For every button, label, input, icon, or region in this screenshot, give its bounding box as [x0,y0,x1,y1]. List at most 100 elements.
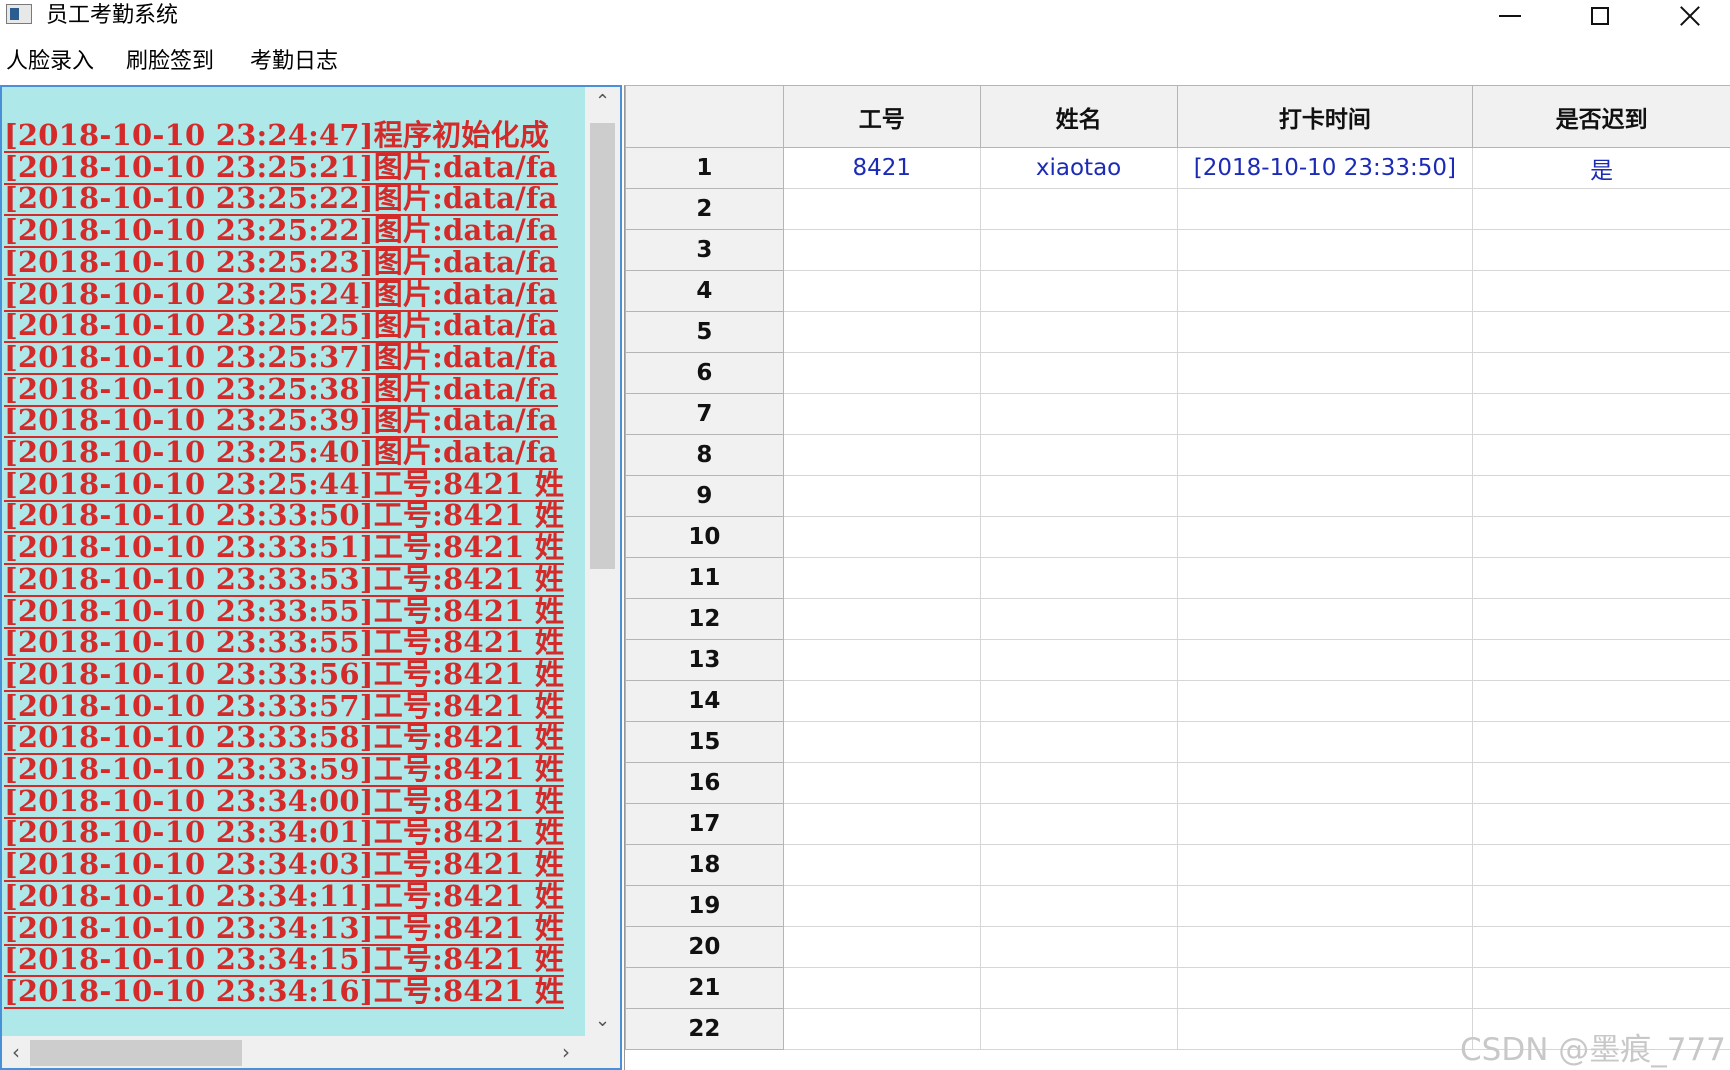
table-cell-name[interactable] [979,434,1178,476]
table-cell-late[interactable] [1472,311,1730,353]
table-cell-late[interactable] [1472,516,1730,558]
table-cell-name[interactable] [979,1008,1178,1050]
table-cell-time[interactable] [1176,1008,1474,1050]
row-header[interactable]: 15 [625,721,784,763]
column-header-name[interactable]: 姓名 [979,85,1178,148]
column-header-time[interactable]: 打卡时间 [1176,85,1474,148]
table-cell-name[interactable] [979,352,1178,394]
row-header[interactable]: 1 [625,147,784,189]
table-cell-late[interactable] [1472,188,1730,230]
table-cell-name[interactable] [979,270,1178,312]
table-cell-late[interactable] [1472,926,1730,968]
row-header[interactable]: 16 [625,762,784,804]
scroll-right-icon[interactable]: › [552,1036,580,1068]
scroll-up-icon[interactable]: ⌃ [585,87,620,117]
table-cell-time[interactable] [1176,885,1474,927]
table-cell-id[interactable] [782,721,981,763]
table-cell-time[interactable]: [2018-10-10 23:33:50] [1176,147,1474,189]
table-cell-name[interactable] [979,967,1178,1009]
table-cell-id[interactable] [782,885,981,927]
table-cell-id[interactable] [782,393,981,435]
table-cell-time[interactable] [1176,475,1474,517]
table-cell-late[interactable] [1472,885,1730,927]
table-cell-late[interactable] [1472,598,1730,640]
table-cell-id[interactable] [782,229,981,271]
table-cell-id[interactable] [782,1008,981,1050]
table-cell-id[interactable] [782,598,981,640]
table-cell-time[interactable] [1176,680,1474,722]
table-cell-late[interactable] [1472,475,1730,517]
table-cell-id[interactable] [782,434,981,476]
row-header[interactable]: 17 [625,803,784,845]
log-vertical-scrollbar[interactable]: ⌃ ⌄ [585,87,620,1036]
row-header[interactable]: 5 [625,311,784,353]
menu-attendance-log[interactable]: 考勤日志 [248,48,340,76]
table-cell-id[interactable] [782,516,981,558]
table-cell-time[interactable] [1176,844,1474,886]
table-cell-name[interactable]: xiaotao [979,147,1178,189]
table-cell-id[interactable] [782,967,981,1009]
table-cell-late[interactable] [1472,639,1730,681]
row-header[interactable]: 9 [625,475,784,517]
row-header[interactable]: 21 [625,967,784,1009]
table-cell-id[interactable] [782,475,981,517]
scroll-thumb[interactable] [590,123,615,569]
row-header[interactable]: 4 [625,270,784,312]
table-cell-time[interactable] [1176,434,1474,476]
row-header[interactable]: 12 [625,598,784,640]
table-cell-name[interactable] [979,188,1178,230]
table-cell-time[interactable] [1176,516,1474,558]
scroll-left-icon[interactable]: ‹ [2,1036,30,1068]
menu-face-enroll[interactable]: 人脸录入 [4,48,96,76]
table-cell-id[interactable] [782,844,981,886]
table-cell-time[interactable] [1176,721,1474,763]
table-cell-name[interactable] [979,393,1178,435]
maximize-button[interactable] [1560,0,1640,31]
row-header[interactable]: 22 [625,1008,784,1050]
table-cell-time[interactable] [1176,762,1474,804]
table-cell-late[interactable] [1472,721,1730,763]
table-cell-name[interactable] [979,516,1178,558]
table-cell-name[interactable] [979,762,1178,804]
table-cell-name[interactable] [979,639,1178,681]
table-cell-id[interactable] [782,311,981,353]
table-cell-time[interactable] [1176,393,1474,435]
table-cell-name[interactable] [979,557,1178,599]
log-horizontal-scrollbar[interactable]: ‹ › [2,1036,620,1068]
table-cell-name[interactable] [979,680,1178,722]
table-cell-time[interactable] [1176,270,1474,312]
table-cell-late[interactable] [1472,844,1730,886]
table-cell-name[interactable] [979,598,1178,640]
column-header-late[interactable]: 是否迟到 [1472,85,1730,148]
table-cell-name[interactable] [979,803,1178,845]
table-cell-late[interactable] [1472,270,1730,312]
table-cell-time[interactable] [1176,639,1474,681]
table-cell-late[interactable] [1472,803,1730,845]
table-cell-late[interactable] [1472,557,1730,599]
log-text-area[interactable]: [2018-10-10 23:24:47]程序初始化成 [2018-10-10 2… [2,87,585,1036]
table-cell-late[interactable]: 是 [1472,147,1730,189]
minimize-button[interactable] [1470,0,1550,31]
table-cell-id[interactable] [782,639,981,681]
table-cell-late[interactable] [1472,229,1730,271]
column-header-id[interactable]: 工号 [782,85,981,148]
table-cell-name[interactable] [979,926,1178,968]
table-cell-time[interactable] [1176,803,1474,845]
table-cell-id[interactable] [782,188,981,230]
table-cell-name[interactable] [979,885,1178,927]
table-cell-id[interactable] [782,557,981,599]
table-cell-late[interactable] [1472,393,1730,435]
scroll-thumb-horizontal[interactable] [30,1040,242,1066]
row-header[interactable]: 18 [625,844,784,886]
table-cell-id[interactable] [782,680,981,722]
table-cell-time[interactable] [1176,311,1474,353]
table-cell-id[interactable] [782,352,981,394]
table-cell-id[interactable] [782,762,981,804]
table-cell-id[interactable]: 8421 [782,147,981,189]
table-cell-id[interactable] [782,803,981,845]
scroll-down-icon[interactable]: ⌄ [585,1006,620,1036]
table-cell-name[interactable] [979,844,1178,886]
table-cell-name[interactable] [979,721,1178,763]
table-cell-name[interactable] [979,311,1178,353]
table-cell-time[interactable] [1176,926,1474,968]
